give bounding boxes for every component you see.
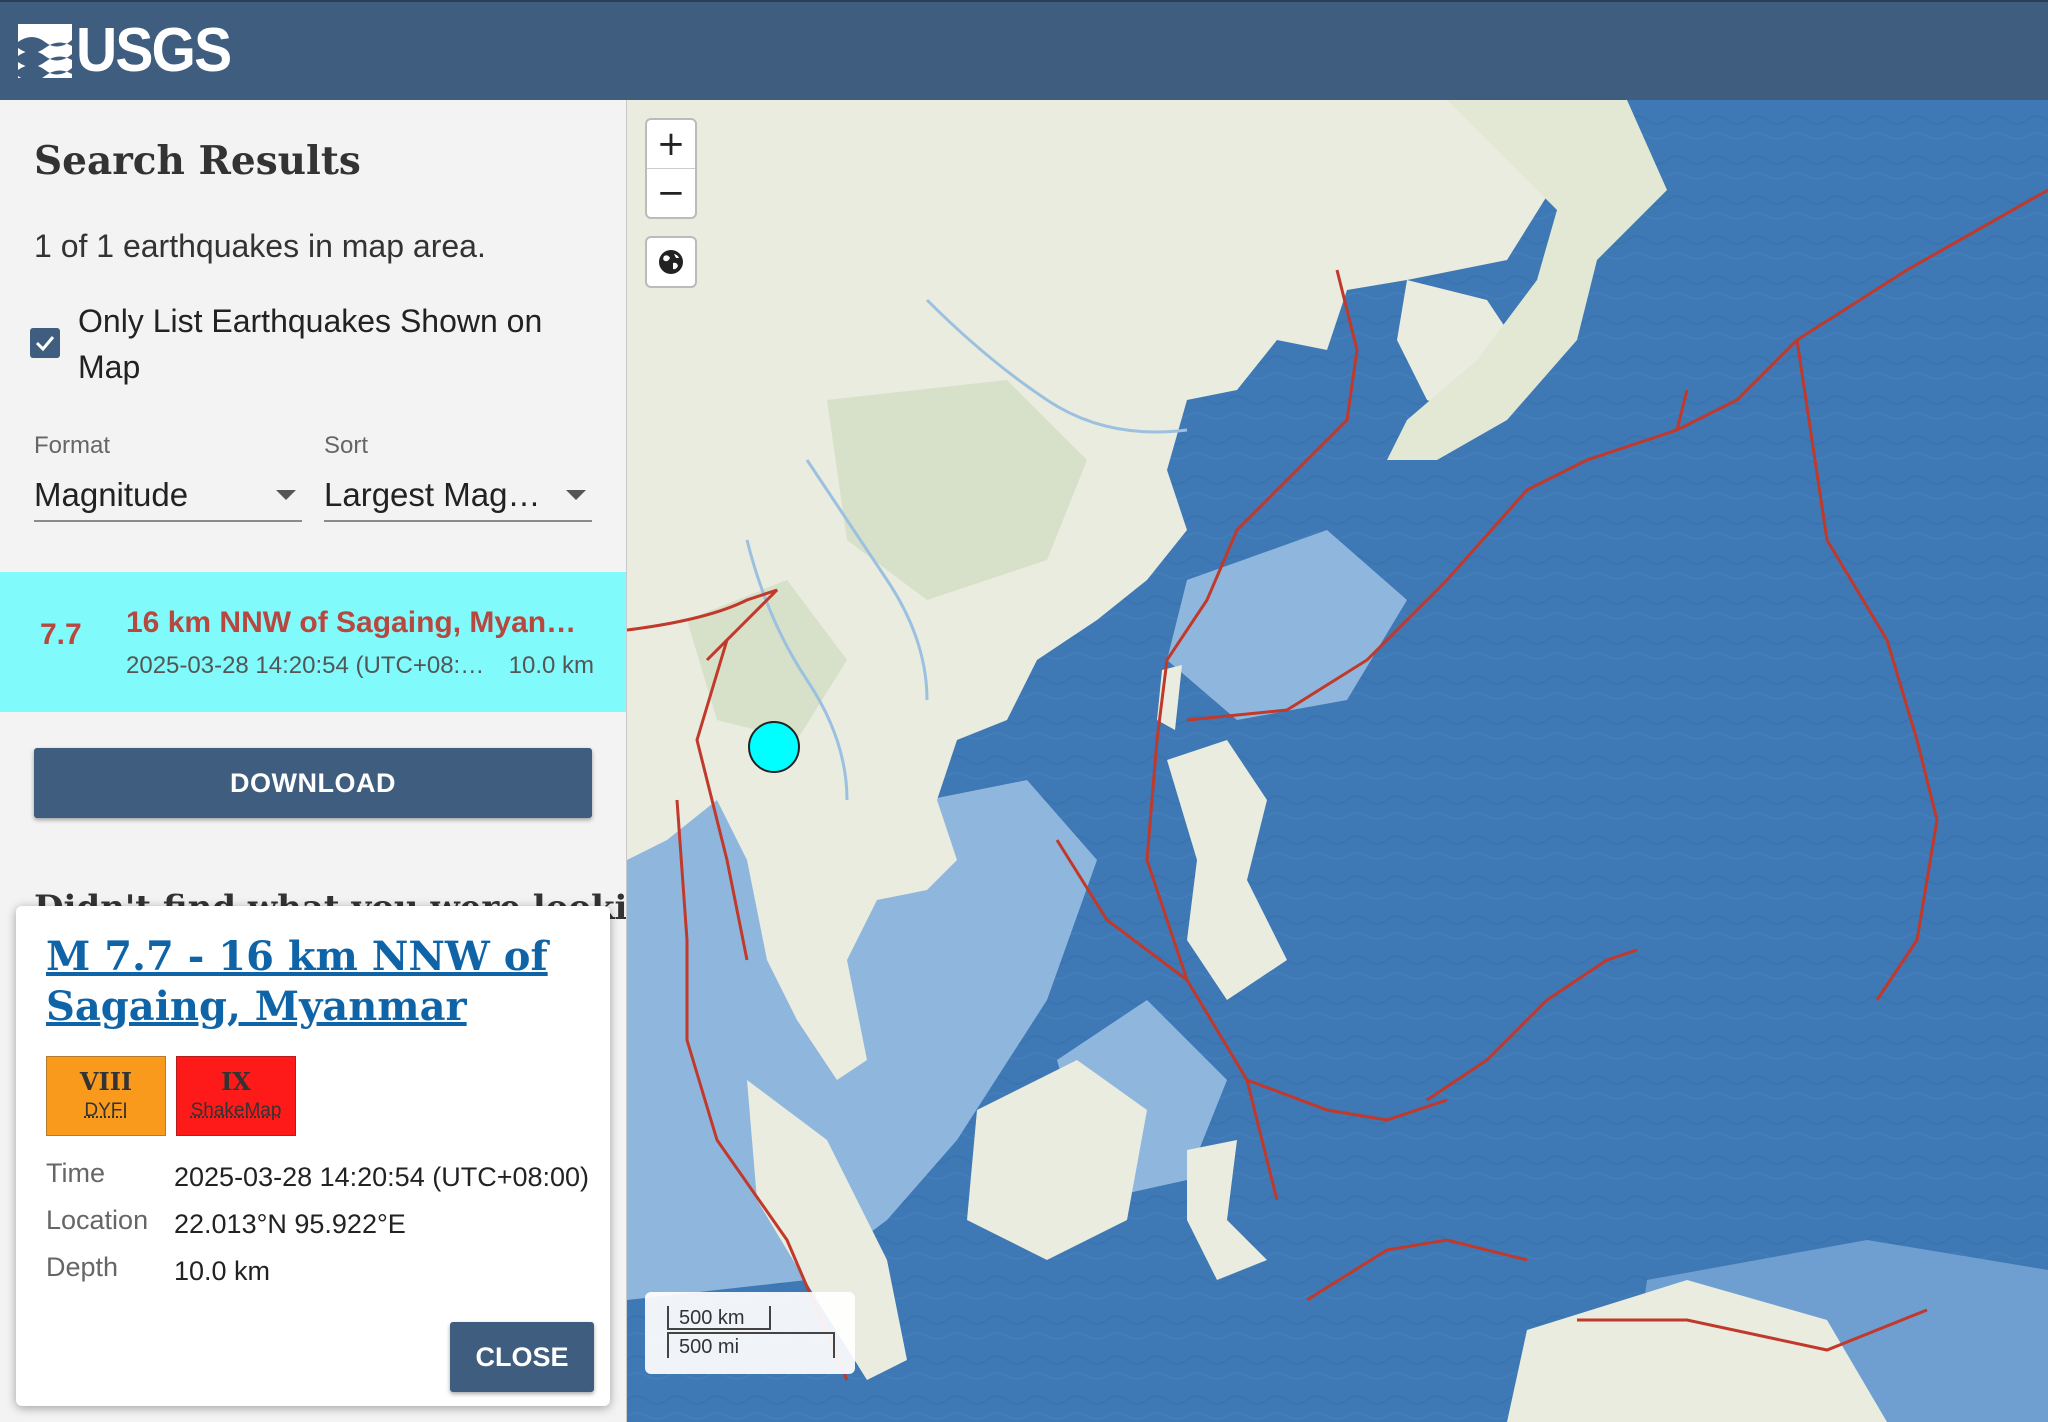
sort-select[interactable]: Sort Largest Magnitude — [324, 432, 592, 522]
scale-mi: 500 mi — [667, 1332, 835, 1358]
usgs-logo[interactable]: USGS — [18, 20, 244, 82]
earthquake-marker[interactable] — [746, 719, 802, 775]
logo-text: USGS — [76, 16, 232, 85]
location-value: 22.013°N 95.922°E — [174, 1209, 406, 1239]
sort-caption: Sort — [324, 432, 369, 459]
format-select[interactable]: Format Magnitude — [34, 432, 302, 522]
shakemap-badge[interactable]: IX ShakeMap — [176, 1056, 296, 1136]
map-scale: 500 km 500 mi — [645, 1292, 855, 1374]
earthquake-depth: 10.0 km — [508, 652, 594, 679]
chevron-down-icon — [276, 490, 296, 500]
zoom-in-button[interactable]: + — [647, 120, 695, 169]
map-filter-toggle[interactable]: Only List Earthquakes Shown on Map — [30, 298, 590, 390]
earthquake-map[interactable]: + − 500 km 500 mi — [627, 100, 2048, 1422]
map-basemap — [627, 100, 2048, 1422]
shakemap-label: ShakeMap — [190, 1100, 282, 1121]
format-dropdown[interactable]: Magnitude — [34, 470, 302, 522]
format-caption: Format — [34, 432, 111, 459]
depth-key: Depth — [46, 1252, 119, 1282]
sort-dropdown[interactable]: Largest Magnitude — [324, 470, 592, 522]
earthquake-list-item[interactable]: 7.7 16 km NNW of Sagaing, Myanmar 2025-0… — [0, 572, 626, 712]
site-header: USGS — [0, 0, 2048, 100]
layers-control[interactable] — [645, 236, 697, 288]
chevron-down-icon — [566, 490, 586, 500]
close-button[interactable]: CLOSE — [450, 1322, 594, 1392]
format-value: Magnitude — [34, 476, 189, 513]
dyfi-value: VIII — [79, 1067, 133, 1096]
sort-value: Largest Magnitude — [324, 476, 546, 513]
earthquake-popup: M 7.7 - 16 km NNW of Sagaing, Myanmar VI… — [16, 906, 610, 1406]
earthquake-magnitude: 7.7 — [40, 618, 82, 651]
zoom-out-button[interactable]: − — [647, 169, 695, 217]
earthquake-place: 16 km NNW of Sagaing, Myanmar — [126, 606, 596, 639]
checkmark-icon — [35, 336, 55, 352]
usgs-wave-icon — [18, 24, 72, 78]
depth-value: 10.0 km — [174, 1256, 271, 1286]
globe-icon — [659, 250, 683, 274]
location-key: Location — [46, 1205, 149, 1235]
zoom-control: + − — [645, 118, 697, 219]
shakemap-value: IX — [221, 1067, 251, 1096]
download-button[interactable]: DOWNLOAD — [34, 748, 592, 818]
map-filter-label: Only List Earthquakes Shown on Map — [78, 303, 543, 385]
results-title: Search Results — [34, 138, 361, 184]
time-value: 2025-03-28 14:20:54 (UTC+08:00) — [174, 1162, 590, 1192]
globe-button[interactable] — [647, 238, 695, 286]
dyfi-label: DYFI — [84, 1100, 128, 1121]
results-count: 1 of 1 earthquakes in map area. — [34, 228, 486, 264]
scale-km: 500 km — [667, 1306, 771, 1330]
dyfi-badge[interactable]: VIII DYFI — [46, 1056, 166, 1136]
map-filter-checkbox[interactable] — [30, 328, 60, 358]
time-key: Time — [46, 1158, 105, 1188]
popup-title-link[interactable]: M 7.7 - 16 km NNW of Sagaing, Myanmar — [46, 932, 566, 1032]
earthquake-time: 2025-03-28 14:20:54 (UTC+08:00) — [126, 652, 486, 679]
